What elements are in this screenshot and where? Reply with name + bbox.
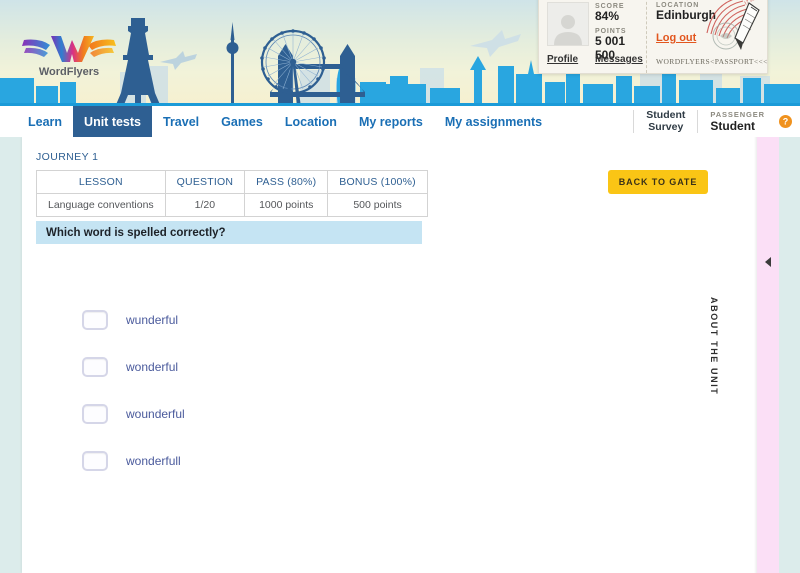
chevron-left-icon [765, 257, 771, 267]
cell-pass: 1000 points [244, 193, 329, 217]
cell-question: 1/20 [164, 193, 246, 217]
messages-link[interactable]: Messages [595, 54, 643, 65]
about-the-unit-label: ABOUT THE UNIT [708, 297, 719, 396]
svg-text:WordFlyers: WordFlyers [39, 66, 99, 78]
nav-tab-location[interactable]: Location [274, 106, 348, 137]
nav-tab-unit-tests[interactable]: Unit tests [73, 106, 152, 137]
app-root: WordFlyers SCORE 84% POINTS 5 001 500 Pr… [0, 0, 800, 573]
nav-tab-my-reports[interactable]: My reports [348, 106, 434, 137]
answer-checkbox-3[interactable] [82, 404, 108, 424]
back-to-gate-button[interactable]: BACK TO GATE [608, 170, 708, 194]
nav-tab-games[interactable]: Games [210, 106, 274, 137]
nav-tab-my-assignments[interactable]: My assignments [434, 106, 553, 137]
answer-label-3: wounderful [126, 407, 185, 421]
passenger-label: PASSENGER [710, 110, 765, 119]
passport-panel: SCORE 84% POINTS 5 001 500 Profile Messa… [538, 0, 768, 74]
table-header-bonus: BONUS (100%) [327, 170, 428, 194]
grey-passport-stamp-icon [712, 22, 740, 50]
logout-link[interactable]: Log out [656, 32, 696, 44]
answer-option-4[interactable]: wonderfull [82, 449, 185, 473]
main-content-panel: JOURNEY 1 LESSON QUESTION PASS (80%) BON… [22, 137, 759, 573]
student-survey-button[interactable]: Student Survey [634, 106, 697, 137]
nav-tab-learn[interactable]: Learn [17, 106, 73, 137]
answer-label-2: wonderful [126, 360, 179, 374]
table-row: Language conventions 1/20 1000 points 50… [36, 193, 428, 217]
svg-text:?: ? [783, 117, 789, 127]
profile-link[interactable]: Profile [547, 54, 578, 65]
avatar [547, 2, 589, 46]
help-button[interactable]: ? [779, 106, 800, 137]
lesson-info-table: LESSON QUESTION PASS (80%) BONUS (100%) … [36, 170, 428, 217]
table-header-lesson: LESSON [36, 170, 166, 194]
passenger-info: PASSENGER Student [698, 106, 779, 137]
answer-checkbox-1[interactable] [82, 310, 108, 330]
passport-left-page: SCORE 84% POINTS 5 001 500 Profile Messa… [539, 0, 647, 73]
answer-option-2[interactable]: wonderful [82, 355, 185, 379]
student-survey-line1: Student [646, 108, 686, 121]
answer-checkbox-4[interactable] [82, 451, 108, 471]
journey-label: JOURNEY 1 [36, 151, 99, 163]
answer-option-1[interactable]: wunderful [82, 308, 185, 332]
answer-options-list: wunderful wonderful wounderful wonderful… [82, 308, 185, 496]
passport-right-page: LOCATION Edinburgh Log out WORDFLYERS<PA… [647, 0, 767, 73]
about-the-unit-rail[interactable]: ABOUT THE UNIT [709, 137, 779, 573]
user-avatar-placeholder-icon [554, 15, 582, 45]
cell-bonus: 500 points [327, 193, 428, 217]
cell-lesson: Language conventions [36, 193, 166, 217]
nav-right-group: Student Survey PASSENGER Student ? [633, 106, 800, 137]
nav-tab-list: Learn Unit tests Travel Games Location M… [0, 106, 553, 137]
location-value: Edinburgh [656, 8, 716, 22]
student-survey-line2: Survey [648, 120, 684, 133]
answer-checkbox-2[interactable] [82, 357, 108, 377]
table-header-question: QUESTION [164, 170, 246, 194]
answer-label-1: wunderful [126, 313, 179, 327]
passenger-name: Student [710, 119, 756, 133]
wordflyers-logo[interactable]: WordFlyers [20, 26, 118, 78]
question-text: Which word is spelled correctly? [46, 226, 226, 239]
table-header-row: LESSON QUESTION PASS (80%) BONUS (100%) [36, 170, 428, 194]
score-value: 84% [595, 9, 620, 23]
table-header-pass: PASS (80%) [244, 170, 329, 194]
wordflyers-winged-w-logo-icon: WordFlyers [22, 36, 116, 78]
main-navigation: Learn Unit tests Travel Games Location M… [0, 106, 800, 137]
question-prompt-bar: Which word is spelled correctly? [36, 221, 422, 244]
answer-option-3[interactable]: wounderful [82, 402, 185, 426]
passport-mrz-line: WORDFLYERS<PASSPORT<<<<< [656, 57, 768, 66]
nav-tab-travel[interactable]: Travel [152, 106, 210, 137]
help-question-icon: ? [779, 115, 792, 128]
answer-label-4: wonderfull [126, 454, 181, 468]
